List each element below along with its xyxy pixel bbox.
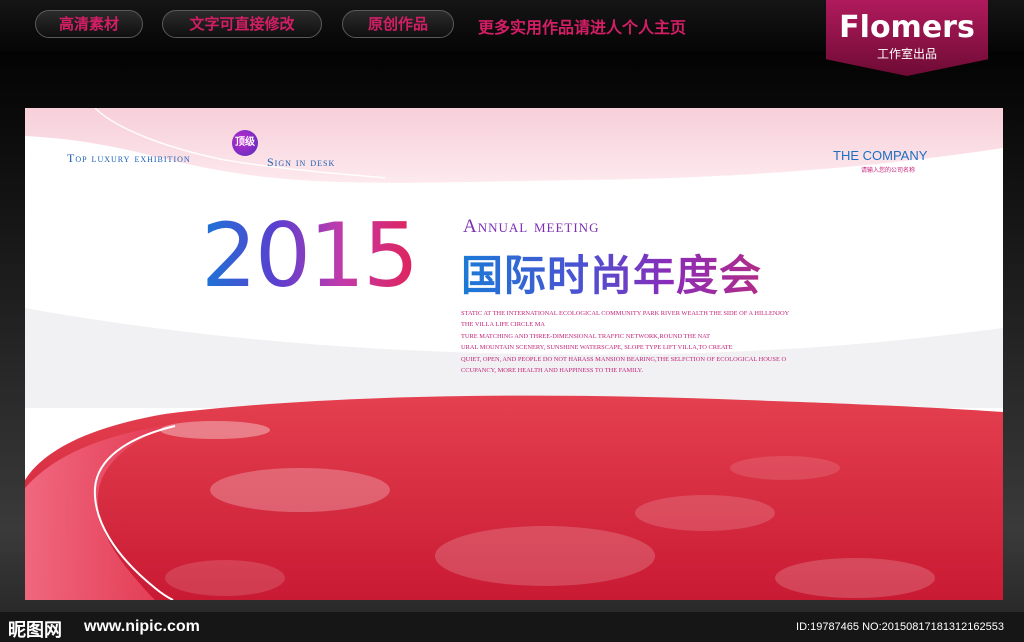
watermark-id: ID:19787465 NO:20150817181312162553 [796,621,1004,633]
annual-meeting-subtitle: Annual meeting [463,216,600,237]
editable-text-button[interactable]: 文字可直接修改 [162,10,322,38]
description-line: TURE MATCHING AND THREE-DIMENSIONAL TRAF… [461,332,710,340]
description-text: STATIC AT THE INTERNATIONAL ECOLOGICAL C… [461,308,831,376]
top-badge: 顶级 [232,130,258,156]
watermark-bar: 昵图网 www.nipic.com ID:19787465 NO:2015081… [0,612,1024,642]
description-line: THE VILLA LIFE CIRCLE MA [461,321,546,329]
tagline-sign-in: Sign in desk [267,155,336,169]
description-line: QUIET, OPEN, AND PEOPLE DO NOT HARASS MA… [461,355,787,363]
brand-name: Flomers [839,10,975,45]
top-pink-wave [25,108,1003,183]
tagline-top-luxury: Top luxury exhibition [67,151,191,165]
hd-material-button[interactable]: 高清素材 [35,10,143,38]
brand-subtitle: 工作室出品 [876,47,937,61]
description-line: STATIC AT THE INTERNATIONAL ECOLOGICAL C… [461,310,790,317]
original-work-button[interactable]: 原创作品 [342,10,454,38]
watermark-url[interactable]: www.nipic.com [84,618,200,636]
company-name: THE COMPANY [833,148,928,163]
company-name-hint: 请输入您的公司名称 [861,167,916,174]
description-line: CCUPANCY, MORE HEALTH AND HAPPINESS TO T… [461,367,643,375]
year-heading: 2015 [201,204,419,307]
watermark-logo: 昵图网 [8,620,62,641]
annual-meeting-banner: Top luxury exhibition 顶级 Sign in desk TH… [25,108,1003,600]
homepage-promo-link[interactable]: 更多实用作品请进人个人主页 [478,14,686,38]
description-line: URAL MOUNTAIN SCENERY, SUNSHINE WATERSCA… [461,344,733,352]
event-title: 国际时尚年度会 [461,242,762,303]
